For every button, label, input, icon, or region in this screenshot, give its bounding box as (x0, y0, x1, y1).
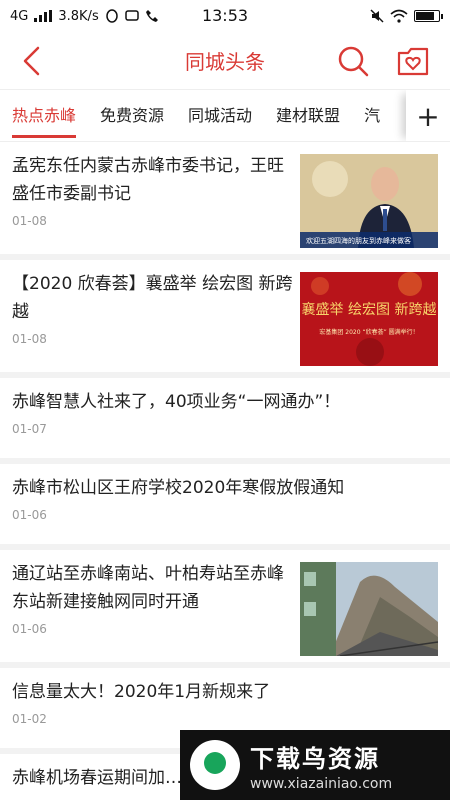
news-item[interactable]: 赤峰智慧人社来了，40项业务“一网通办”！ 01-07 (0, 378, 450, 464)
watermark-url: www.xiazainiao.com (250, 775, 393, 792)
tab-city-events[interactable]: 同城活动 (176, 90, 264, 141)
news-title: 【2020 欣春荟】襄盛举 绘宏图 新跨越 (12, 274, 293, 322)
back-icon[interactable] (16, 44, 50, 78)
news-date: 01-02 (12, 712, 47, 726)
news-title: 孟宪东任内蒙古赤峰市委书记，王旺盛任市委副书记 (12, 156, 284, 204)
news-item[interactable]: 【2020 欣春荟】襄盛举 绘宏图 新跨越 01-08 襄盛举 绘宏图 新跨越 … (0, 260, 450, 378)
news-date: 01-06 (12, 508, 47, 522)
signal-icon (34, 10, 53, 22)
news-item[interactable]: 孟宪东任内蒙古赤峰市委书记，王旺盛任市委副书记 01-08 欢迎五湖四海的朋友到… (0, 142, 450, 260)
status-time: 13:53 (201, 6, 249, 25)
news-title: 信息量太大！2020年1月新规来了 (12, 682, 271, 702)
battery-icon (414, 10, 443, 22)
qq-icon (105, 9, 118, 23)
status-left: 4G 3.8K/s (10, 9, 159, 24)
news-thumbnail (300, 562, 438, 656)
tab-hot-chifeng[interactable]: 热点赤峰 (0, 90, 88, 141)
watermark-title: 下载鸟资源 (250, 744, 380, 773)
watermark-logo-icon (190, 740, 240, 790)
tab-building-materials[interactable]: 建材联盟 (264, 90, 352, 141)
category-tabs: 热点赤峰 免费资源 同城活动 建材联盟 汽 + (0, 90, 450, 142)
news-title: 通辽站至赤峰南站、叶柏寿站至赤峰东站新建接触网同时开通 (12, 564, 284, 612)
news-thumbnail: 襄盛举 绘宏图 新跨越 宏基集团 2020 “欣春荟” 圆满举行！ (300, 272, 438, 366)
news-date: 01-07 (12, 422, 47, 436)
status-bar: 4G 3.8K/s 13:53 (0, 0, 450, 32)
thumbnail-caption: 欢迎五湖四海的朋友到赤峰来做客 (306, 236, 411, 245)
message-icon (124, 10, 139, 21)
watermark-banner: 下载鸟资源 www.xiazainiao.com (180, 730, 450, 800)
news-title: 赤峰智慧人社来了，40项业务“一网通办”！ (12, 392, 341, 412)
news-title: 赤峰市松山区王府学校2020年寒假放假通知 (12, 478, 345, 498)
status-right (370, 9, 443, 23)
mute-icon (370, 9, 384, 23)
news-list: 孟宪东任内蒙古赤峰市委书记，王旺盛任市委副书记 01-08 欢迎五湖四海的朋友到… (0, 142, 450, 800)
wifi-icon (390, 9, 408, 23)
favorites-icon[interactable] (396, 44, 430, 78)
network-type: 4G (10, 8, 29, 24)
tab-free-resources[interactable]: 免费资源 (88, 90, 176, 141)
thumbnail-subtitle: 宏基集团 2020 “欣春荟” 圆满举行！ (319, 328, 418, 336)
add-tab-button[interactable]: + (406, 90, 450, 141)
network-speed: 3.8K/s (58, 8, 99, 24)
page-title: 同城头条 (185, 50, 265, 74)
news-thumbnail: 欢迎五湖四海的朋友到赤峰来做客 (300, 154, 438, 248)
search-icon[interactable] (336, 44, 370, 78)
news-item[interactable]: 通辽站至赤峰南站、叶柏寿站至赤峰东站新建接触网同时开通 01-06 (0, 550, 450, 668)
nav-bar: 同城头条 (0, 32, 450, 90)
news-item[interactable]: 赤峰市松山区王府学校2020年寒假放假通知 01-06 (0, 464, 450, 550)
tab-auto[interactable]: 汽 (352, 90, 392, 141)
thumbnail-slogan: 襄盛举 绘宏图 新跨越 (302, 302, 437, 318)
phone-icon (145, 10, 158, 22)
